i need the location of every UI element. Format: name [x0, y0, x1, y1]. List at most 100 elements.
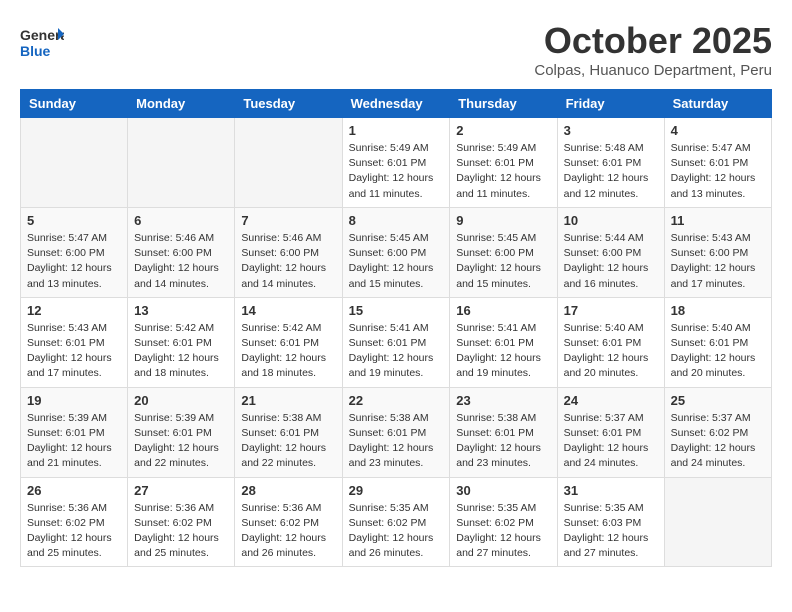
calendar-cell: 4 Sunrise: 5:47 AM Sunset: 6:01 PM Daylig… — [664, 118, 771, 208]
day-info: Sunrise: 5:36 AM Sunset: 6:02 PM Dayligh… — [134, 501, 228, 562]
calendar-cell: 19 Sunrise: 5:39 AM Sunset: 6:01 PM Dayli… — [21, 387, 128, 477]
svg-text:General: General — [20, 27, 64, 43]
day-number: 3 — [564, 123, 658, 138]
week-row-3: 12 Sunrise: 5:43 AM Sunset: 6:01 PM Dayli… — [21, 297, 772, 387]
day-number: 27 — [134, 483, 228, 498]
calendar-cell: 31 Sunrise: 5:35 AM Sunset: 6:03 PM Dayli… — [557, 477, 664, 567]
weekday-header-sunday: Sunday — [21, 90, 128, 118]
day-info: Sunrise: 5:46 AM Sunset: 6:00 PM Dayligh… — [134, 231, 228, 292]
location: Colpas, Huanuco Department, Peru — [534, 62, 772, 79]
calendar-cell: 9Sunrise: 5:45 AM Sunset: 6:00 PM Daylig… — [450, 207, 557, 297]
weekday-header-friday: Friday — [557, 90, 664, 118]
weekday-header-tuesday: Tuesday — [235, 90, 342, 118]
day-number: 14 — [241, 303, 335, 318]
weekday-header-wednesday: Wednesday — [342, 90, 450, 118]
calendar-cell — [235, 118, 342, 208]
calendar-cell: 17Sunrise: 5:40 AM Sunset: 6:01 PM Dayli… — [557, 297, 664, 387]
calendar-cell: 29 Sunrise: 5:35 AM Sunset: 6:02 PM Dayli… — [342, 477, 450, 567]
day-number: 19 — [27, 393, 121, 408]
day-info: Sunrise: 5:42 AM Sunset: 6:01 PM Dayligh… — [134, 321, 228, 382]
day-number: 25 — [671, 393, 765, 408]
day-number: 5 — [27, 213, 121, 228]
day-number: 21 — [241, 393, 335, 408]
calendar-table: SundayMondayTuesdayWednesdayThursdayFrid… — [20, 89, 772, 567]
day-number: 17 — [564, 303, 658, 318]
logo-icon: General Blue — [20, 20, 64, 64]
calendar-cell: 1 Sunrise: 5:49 AM Sunset: 6:01 PM Daylig… — [342, 118, 450, 208]
day-number: 24 — [564, 393, 658, 408]
week-row-4: 19 Sunrise: 5:39 AM Sunset: 6:01 PM Dayli… — [21, 387, 772, 477]
day-info: Sunrise: 5:39 AM Sunset: 6:01 PM Dayligh… — [134, 411, 228, 472]
day-info: Sunrise: 5:45 AM Sunset: 6:00 PM Dayligh… — [349, 231, 444, 292]
day-info: Sunrise: 5:36 AM Sunset: 6:02 PM Dayligh… — [241, 501, 335, 562]
calendar-cell — [128, 118, 235, 208]
day-info: Sunrise: 5:48 AM Sunset: 6:01 PM Dayligh… — [564, 141, 658, 202]
day-info: Sunrise: 5:47 AM Sunset: 6:01 PM Dayligh… — [671, 141, 765, 202]
day-number: 29 — [349, 483, 444, 498]
day-info: Sunrise: 5:41 AM Sunset: 6:01 PM Dayligh… — [456, 321, 550, 382]
day-info: Sunrise: 5:37 AM Sunset: 6:01 PM Dayligh… — [564, 411, 658, 472]
calendar-cell: 26Sunrise: 5:36 AM Sunset: 6:02 PM Dayli… — [21, 477, 128, 567]
day-info: Sunrise: 5:45 AM Sunset: 6:00 PM Dayligh… — [456, 231, 550, 292]
calendar-cell: 8 Sunrise: 5:45 AM Sunset: 6:00 PM Daylig… — [342, 207, 450, 297]
calendar-cell: 23 Sunrise: 5:38 AM Sunset: 6:01 PM Dayli… — [450, 387, 557, 477]
day-info: Sunrise: 5:38 AM Sunset: 6:01 PM Dayligh… — [241, 411, 335, 472]
day-info: Sunrise: 5:42 AM Sunset: 6:01 PM Dayligh… — [241, 321, 335, 382]
calendar-cell: 5 Sunrise: 5:47 AM Sunset: 6:00 PM Daylig… — [21, 207, 128, 297]
day-info: Sunrise: 5:39 AM Sunset: 6:01 PM Dayligh… — [27, 411, 121, 472]
calendar-cell: 20 Sunrise: 5:39 AM Sunset: 6:01 PM Dayli… — [128, 387, 235, 477]
day-info: Sunrise: 5:41 AM Sunset: 6:01 PM Dayligh… — [349, 321, 444, 382]
calendar-cell: 14 Sunrise: 5:42 AM Sunset: 6:01 PM Dayli… — [235, 297, 342, 387]
day-number: 22 — [349, 393, 444, 408]
calendar-cell: 22 Sunrise: 5:38 AM Sunset: 6:01 PM Dayli… — [342, 387, 450, 477]
day-number: 20 — [134, 393, 228, 408]
calendar-cell: 16Sunrise: 5:41 AM Sunset: 6:01 PM Dayli… — [450, 297, 557, 387]
day-info: Sunrise: 5:40 AM Sunset: 6:01 PM Dayligh… — [671, 321, 765, 382]
day-info: Sunrise: 5:43 AM Sunset: 6:00 PM Dayligh… — [671, 231, 765, 292]
week-row-2: 5 Sunrise: 5:47 AM Sunset: 6:00 PM Daylig… — [21, 207, 772, 297]
day-number: 8 — [349, 213, 444, 228]
calendar-cell: 12 Sunrise: 5:43 AM Sunset: 6:01 PM Dayli… — [21, 297, 128, 387]
day-info: Sunrise: 5:46 AM Sunset: 6:00 PM Dayligh… — [241, 231, 335, 292]
calendar-cell — [664, 477, 771, 567]
calendar-cell: 21 Sunrise: 5:38 AM Sunset: 6:01 PM Dayli… — [235, 387, 342, 477]
calendar-cell: 13 Sunrise: 5:42 AM Sunset: 6:01 PM Dayli… — [128, 297, 235, 387]
month-title: October 2025 — [534, 20, 772, 62]
weekday-header-row: SundayMondayTuesdayWednesdayThursdayFrid… — [21, 90, 772, 118]
day-number: 31 — [564, 483, 658, 498]
day-info: Sunrise: 5:47 AM Sunset: 6:00 PM Dayligh… — [27, 231, 121, 292]
calendar-cell: 2Sunrise: 5:49 AM Sunset: 6:01 PM Daylig… — [450, 118, 557, 208]
day-info: Sunrise: 5:49 AM Sunset: 6:01 PM Dayligh… — [349, 141, 444, 202]
day-number: 18 — [671, 303, 765, 318]
weekday-header-monday: Monday — [128, 90, 235, 118]
weekday-header-saturday: Saturday — [664, 90, 771, 118]
day-number: 1 — [349, 123, 444, 138]
day-number: 28 — [241, 483, 335, 498]
day-number: 2 — [456, 123, 550, 138]
day-number: 12 — [27, 303, 121, 318]
day-info: Sunrise: 5:35 AM Sunset: 6:02 PM Dayligh… — [456, 501, 550, 562]
day-number: 7 — [241, 213, 335, 228]
day-info: Sunrise: 5:38 AM Sunset: 6:01 PM Dayligh… — [349, 411, 444, 472]
week-row-1: 1 Sunrise: 5:49 AM Sunset: 6:01 PM Daylig… — [21, 118, 772, 208]
calendar-cell: 25Sunrise: 5:37 AM Sunset: 6:02 PM Dayli… — [664, 387, 771, 477]
calendar-cell: 24 Sunrise: 5:37 AM Sunset: 6:01 PM Dayli… — [557, 387, 664, 477]
page-header: General Blue October 2025 Colpas, Huanuc… — [20, 20, 772, 79]
day-info: Sunrise: 5:35 AM Sunset: 6:03 PM Dayligh… — [564, 501, 658, 562]
day-number: 15 — [349, 303, 444, 318]
svg-text:Blue: Blue — [20, 43, 51, 59]
day-number: 4 — [671, 123, 765, 138]
day-number: 13 — [134, 303, 228, 318]
day-info: Sunrise: 5:35 AM Sunset: 6:02 PM Dayligh… — [349, 501, 444, 562]
day-info: Sunrise: 5:43 AM Sunset: 6:01 PM Dayligh… — [27, 321, 121, 382]
day-info: Sunrise: 5:38 AM Sunset: 6:01 PM Dayligh… — [456, 411, 550, 472]
week-row-5: 26Sunrise: 5:36 AM Sunset: 6:02 PM Dayli… — [21, 477, 772, 567]
calendar-cell: 30Sunrise: 5:35 AM Sunset: 6:02 PM Dayli… — [450, 477, 557, 567]
calendar-cell: 11Sunrise: 5:43 AM Sunset: 6:00 PM Dayli… — [664, 207, 771, 297]
calendar-cell: 10Sunrise: 5:44 AM Sunset: 6:00 PM Dayli… — [557, 207, 664, 297]
day-number: 10 — [564, 213, 658, 228]
calendar-cell: 3 Sunrise: 5:48 AM Sunset: 6:01 PM Daylig… — [557, 118, 664, 208]
calendar-cell: 27 Sunrise: 5:36 AM Sunset: 6:02 PM Dayli… — [128, 477, 235, 567]
day-number: 23 — [456, 393, 550, 408]
calendar-cell: 7 Sunrise: 5:46 AM Sunset: 6:00 PM Daylig… — [235, 207, 342, 297]
